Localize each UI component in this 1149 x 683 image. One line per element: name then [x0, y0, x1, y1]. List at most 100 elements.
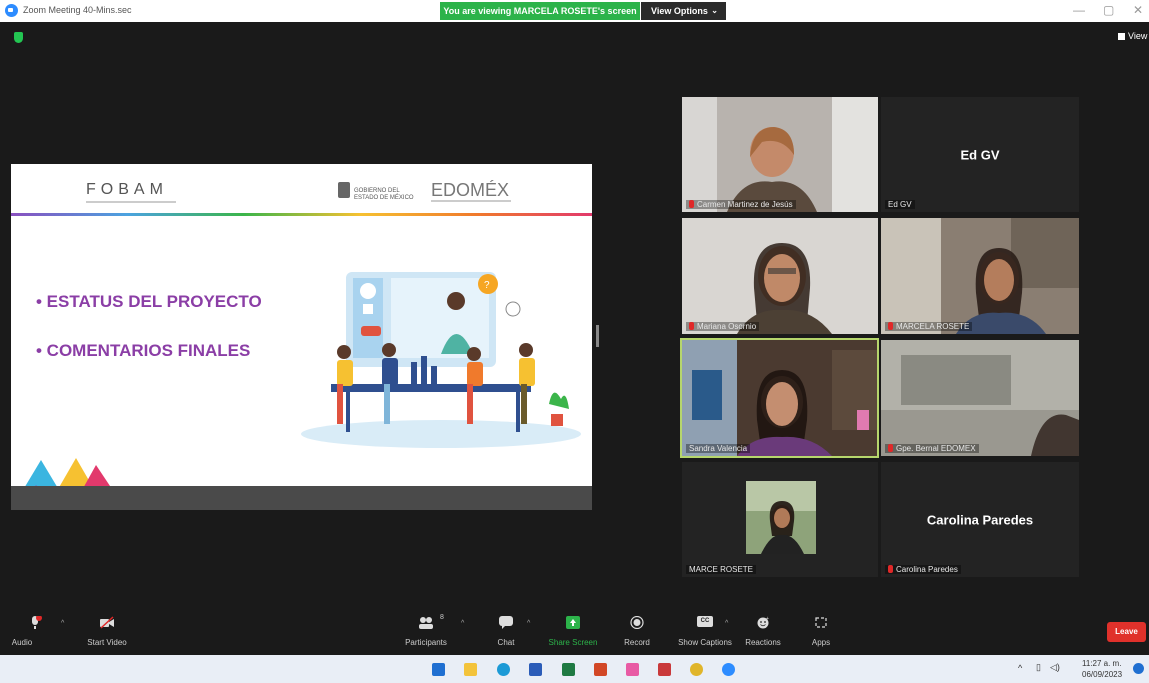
participant-display-name: Ed GV [960, 147, 1000, 162]
edge-browser-icon[interactable] [497, 663, 510, 676]
participant-tile-active-speaker[interactable]: Sandra Valencia [680, 338, 879, 458]
video-feed [682, 218, 878, 334]
participants-count: 8 [440, 614, 444, 621]
participants-button[interactable]: 8 ^ Participants [391, 610, 464, 653]
start-video-button[interactable]: Start Video [72, 610, 142, 653]
microphone-muted-icon [32, 616, 42, 629]
chrome-icon[interactable] [690, 663, 703, 676]
powerpoint-icon[interactable] [594, 663, 607, 676]
gov-text-line-1: GOBIERNO DEL [354, 188, 400, 194]
government-crest-icon [338, 182, 350, 198]
participant-name: MARCELA ROSETE [885, 322, 973, 331]
edomex-logo: EDOMÉX [431, 180, 510, 200]
participant-tile[interactable]: Carmen Martinez de Jesús [682, 97, 878, 212]
window-title: Zoom Meeting 40-Mins.sec [23, 5, 132, 15]
share-screen-button[interactable]: Share Screen [538, 610, 608, 653]
reactions-smiley-icon: + [757, 616, 769, 629]
participant-tile[interactable]: Ed GV Ed GV [881, 97, 1079, 212]
record-button[interactable]: Record [602, 610, 672, 653]
minimize-icon[interactable]: — [1073, 3, 1085, 17]
clock-date[interactable]: 06/09/2023 [1082, 670, 1122, 679]
participant-tile[interactable]: Mariana Osornio [682, 218, 878, 334]
security-shield-icon[interactable] [14, 32, 23, 43]
participant-name: Gpe. Bernal EDOMEX [885, 444, 979, 453]
audio-button[interactable]: ^ Audio [5, 610, 75, 653]
video-off-icon [100, 616, 114, 629]
view-layout-button[interactable]: View [1118, 31, 1147, 41]
fobam-logo: FOBAM [86, 181, 168, 198]
panel-resize-handle[interactable] [596, 325, 599, 347]
video-feed [682, 97, 878, 212]
video-feed [881, 340, 1079, 456]
bullet-estatus: • ESTATUS DEL PROYECTO [36, 292, 262, 311]
svg-text:?: ? [484, 280, 490, 291]
volume-icon[interactable]: ◁) [1050, 662, 1060, 673]
participants-label: Participants [405, 638, 447, 647]
meeting-illustration: ? [301, 272, 581, 448]
profile-picture [746, 481, 816, 554]
video-feed [682, 340, 877, 456]
chat-caret-icon[interactable]: ^ [527, 620, 530, 627]
mic-muted-icon [888, 565, 893, 573]
rainbow-divider [11, 213, 592, 216]
participants-caret-icon[interactable]: ^ [461, 620, 464, 627]
view-options-button[interactable]: View Options ⌄ [641, 2, 726, 20]
government-logo-text: GOBIERNO DEL ESTADO DE MÉXICO [354, 188, 414, 202]
record-icon [630, 616, 644, 629]
start-windows-icon[interactable] [432, 663, 445, 676]
app-icon[interactable] [658, 663, 671, 676]
chat-icon [499, 616, 513, 629]
chevron-down-icon: ⌄ [711, 6, 718, 15]
participant-name: Mariana Osornio [686, 322, 760, 331]
word-icon[interactable] [529, 663, 542, 676]
start-video-label: Start Video [87, 638, 127, 647]
share-screen-icon [566, 616, 580, 629]
file-explorer-icon[interactable] [464, 663, 477, 676]
participant-tile[interactable]: Gpe. Bernal EDOMEX [881, 340, 1079, 456]
chat-label: Chat [497, 638, 515, 647]
meeting-toolbar: ^ Audio Start Video 8 ^ Participants ^ C… [0, 610, 1149, 653]
restore-icon[interactable]: ▢ [1103, 3, 1114, 17]
clock-time[interactable]: 11:27 a. m. [1082, 659, 1121, 668]
mic-muted-icon [689, 200, 694, 208]
participant-name: MARCE ROSETE [686, 565, 757, 574]
share-screen-label: Share Screen [548, 638, 598, 647]
shared-screen-slide: FOBAM GOBIERNO DEL ESTADO DE MÉXICO EDOM… [11, 164, 592, 510]
view-layout-label: View [1128, 31, 1148, 41]
viewing-share-banner: You are viewing MARCELA ROSETE's screen [440, 2, 640, 20]
bullet-comentarios: • COMENTARIOS FINALES [36, 341, 251, 360]
view-options-label: View Options [651, 6, 708, 16]
participant-name: Carmen Martinez de Jesús [686, 200, 796, 209]
captions-cc-icon: CC [697, 616, 713, 627]
participants-icon [419, 617, 433, 629]
record-label: Record [624, 638, 650, 647]
audio-label: Audio [11, 638, 33, 647]
paint-icon[interactable] [626, 663, 639, 676]
excel-icon[interactable] [562, 663, 575, 676]
tray-chevron-up-icon[interactable]: ^ [1018, 663, 1022, 673]
notification-icon[interactable] [1133, 663, 1144, 674]
mic-muted-icon [689, 322, 694, 330]
slide-footer [11, 486, 592, 510]
chat-button[interactable]: ^ Chat [471, 610, 541, 653]
video-feed [881, 218, 1079, 334]
zoom-app-icon[interactable] [722, 663, 735, 676]
network-icon[interactable]: ▯ [1036, 662, 1041, 673]
title-bar: Zoom Meeting 40-Mins.sec You are viewing… [0, 0, 1149, 22]
participant-display-name: Carolina Paredes [926, 512, 1034, 527]
svg-text:+: + [766, 616, 769, 622]
fobam-logo-underline [86, 201, 176, 203]
mic-muted-icon [888, 444, 893, 452]
edomex-logo-underline [431, 200, 511, 202]
leave-button[interactable]: Leave [1107, 622, 1146, 642]
close-icon[interactable]: ✕ [1133, 3, 1143, 17]
participant-tile[interactable]: MARCE ROSETE [682, 462, 878, 577]
zoom-window: Zoom Meeting 40-Mins.sec You are viewing… [0, 0, 1149, 683]
participant-tile[interactable]: Carolina Paredes Carolina Paredes [881, 462, 1079, 577]
apps-button[interactable]: Apps [786, 610, 856, 653]
windows-taskbar: ^ ▯ ◁) 11:27 a. m. 06/09/2023 [0, 655, 1149, 683]
participant-tile[interactable]: MARCELA ROSETE [881, 218, 1079, 334]
apps-label: Apps [811, 638, 831, 647]
apps-icon [815, 617, 827, 628]
audio-caret-icon[interactable]: ^ [61, 620, 64, 627]
